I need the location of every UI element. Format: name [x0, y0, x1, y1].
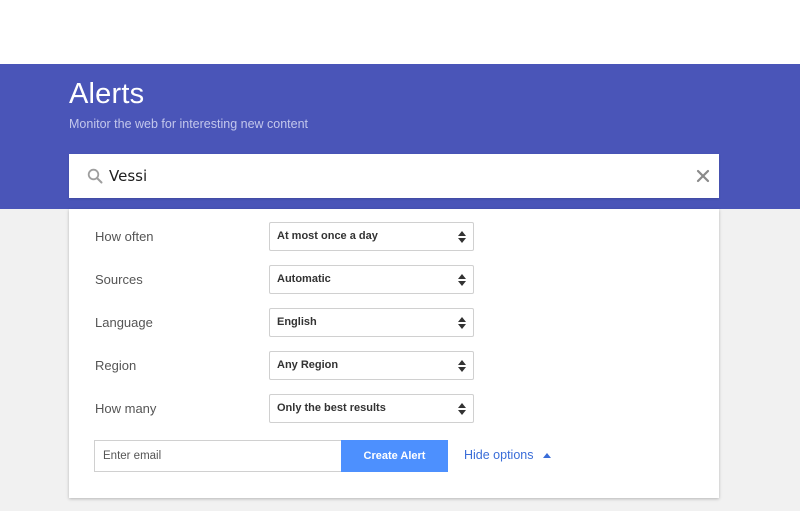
hide-options-label: Hide options [464, 448, 534, 462]
select-arrows-icon [458, 317, 466, 329]
select-arrows-icon [458, 274, 466, 286]
select-arrows-icon [458, 360, 466, 372]
search-input[interactable] [109, 164, 669, 188]
create-alert-button[interactable]: Create Alert [341, 440, 448, 472]
how-many-select[interactable]: Only the best results [269, 394, 474, 423]
top-bar [0, 0, 800, 64]
select-arrows-icon [458, 231, 466, 243]
search-icon [87, 168, 103, 184]
page-subtitle: Monitor the web for interesting new cont… [69, 117, 309, 131]
sources-value: Automatic [277, 273, 331, 285]
search-box [69, 154, 719, 198]
how-often-select[interactable]: At most once a day [269, 222, 474, 251]
how-many-label: How many [95, 401, 157, 416]
language-label: Language [95, 315, 153, 330]
sources-label: Sources [95, 272, 143, 287]
region-select[interactable]: Any Region [269, 351, 474, 380]
how-many-value: Only the best results [277, 402, 386, 414]
language-select[interactable]: English [269, 308, 474, 337]
caret-up-icon [542, 452, 551, 458]
select-arrows-icon [458, 403, 466, 415]
how-often-value: At most once a day [277, 230, 378, 242]
language-value: English [277, 316, 317, 328]
options-panel: How often At most once a day Sources Aut… [69, 209, 719, 498]
page-title: Alerts [69, 78, 145, 110]
email-field[interactable] [94, 440, 342, 472]
close-icon[interactable] [696, 169, 710, 183]
sources-select[interactable]: Automatic [269, 265, 474, 294]
region-label: Region [95, 358, 137, 373]
region-value: Any Region [277, 359, 339, 371]
hide-options-link[interactable]: Hide options [464, 448, 551, 462]
how-often-label: How often [95, 229, 154, 244]
